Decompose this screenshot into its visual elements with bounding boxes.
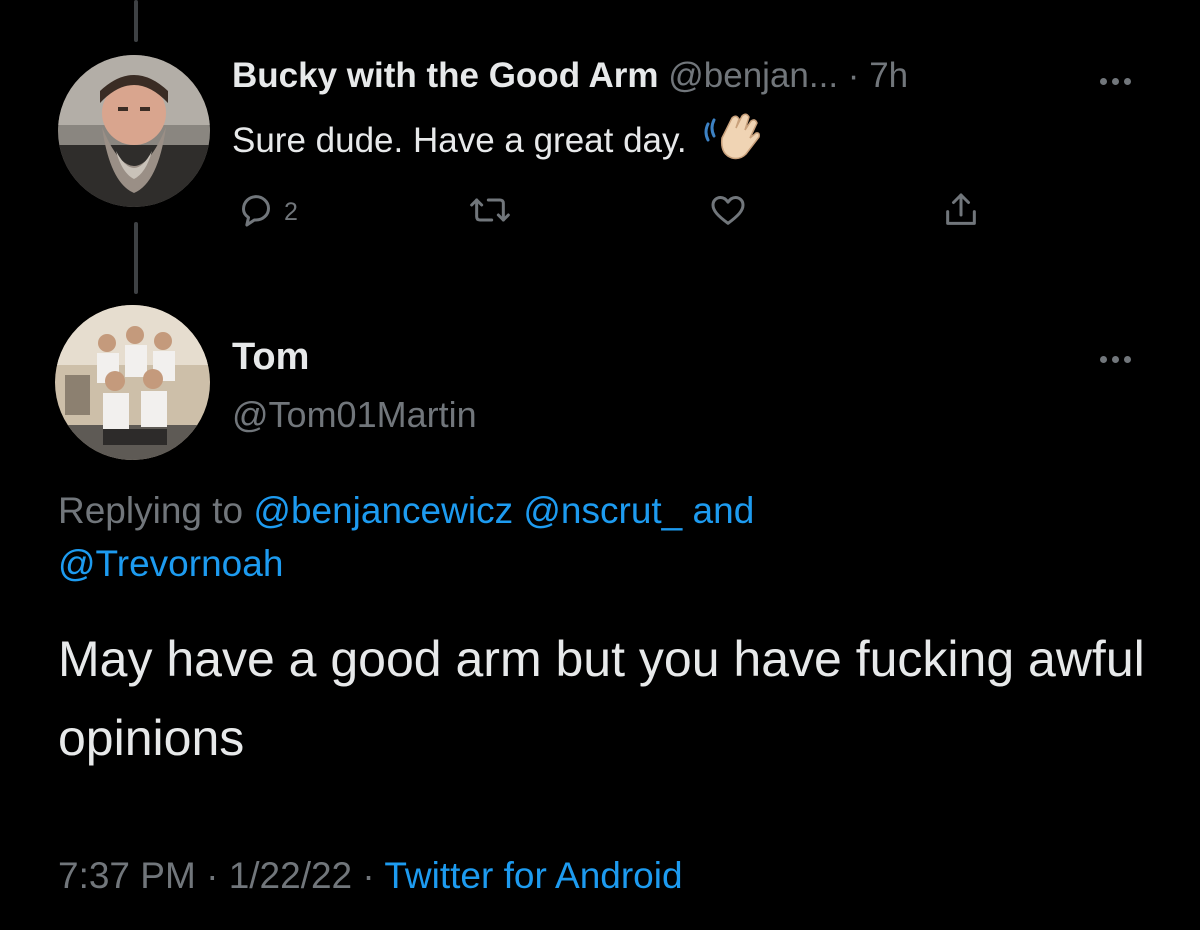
thread-line-connector: [134, 222, 138, 294]
source-link[interactable]: Twitter for Android: [384, 855, 682, 896]
tweet-timestamp-row: 7:37 PM · 1/22/22 · Twitter for Android: [58, 850, 683, 902]
retweet-icon: [468, 190, 512, 235]
reply-handle[interactable]: @Tom01Martin: [232, 392, 477, 438]
heart-icon: [707, 190, 749, 235]
parent-time[interactable]: 7h: [869, 56, 908, 95]
waving-hand-icon: [702, 112, 762, 173]
like-button[interactable]: [707, 192, 749, 232]
parent-more-icon[interactable]: [1100, 72, 1136, 90]
avatar-bucky[interactable]: [58, 55, 210, 207]
timestamp-separator: ·: [206, 855, 219, 896]
mention-link[interactable]: @benjancewicz: [253, 490, 513, 531]
thread-line-top: [134, 0, 138, 42]
reply-count: 2: [284, 197, 298, 226]
share-icon: [941, 190, 981, 235]
parent-display-name[interactable]: Bucky with the Good Arm: [232, 56, 659, 95]
timestamp-date[interactable]: 1/22/22: [229, 855, 352, 896]
timestamp-time[interactable]: 7:37 PM: [58, 855, 196, 896]
reply-display-name[interactable]: Tom: [232, 334, 309, 380]
mention-link[interactable]: @nscrut_: [523, 490, 682, 531]
source-separator: ·: [362, 855, 375, 896]
parent-handle[interactable]: @benjan...: [668, 56, 838, 95]
replying-prefix: Replying to: [58, 490, 244, 531]
parent-separator: ·: [847, 56, 860, 95]
retweet-button[interactable]: [468, 192, 512, 232]
avatar-tom[interactable]: [55, 305, 210, 460]
reply-more-icon[interactable]: [1100, 350, 1136, 368]
reply-button[interactable]: 2: [236, 192, 298, 232]
parent-tweet-text: Sure dude. Have a great day.: [232, 120, 687, 160]
reply-icon: [236, 190, 276, 235]
parent-tweet-text-row: Sure dude. Have a great day.: [232, 112, 762, 173]
share-button[interactable]: [941, 192, 981, 232]
mention-and[interactable]: and: [693, 490, 755, 531]
replying-to-line: Replying to @benjancewicz @nscrut_ and @…: [58, 484, 1158, 590]
mention-link[interactable]: @Trevornoah: [58, 543, 283, 584]
reply-tweet-text: May have a good arm but you have fucking…: [58, 631, 1145, 766]
parent-tweet-header: Bucky with the Good Arm @benjan... · 7h: [232, 52, 908, 100]
